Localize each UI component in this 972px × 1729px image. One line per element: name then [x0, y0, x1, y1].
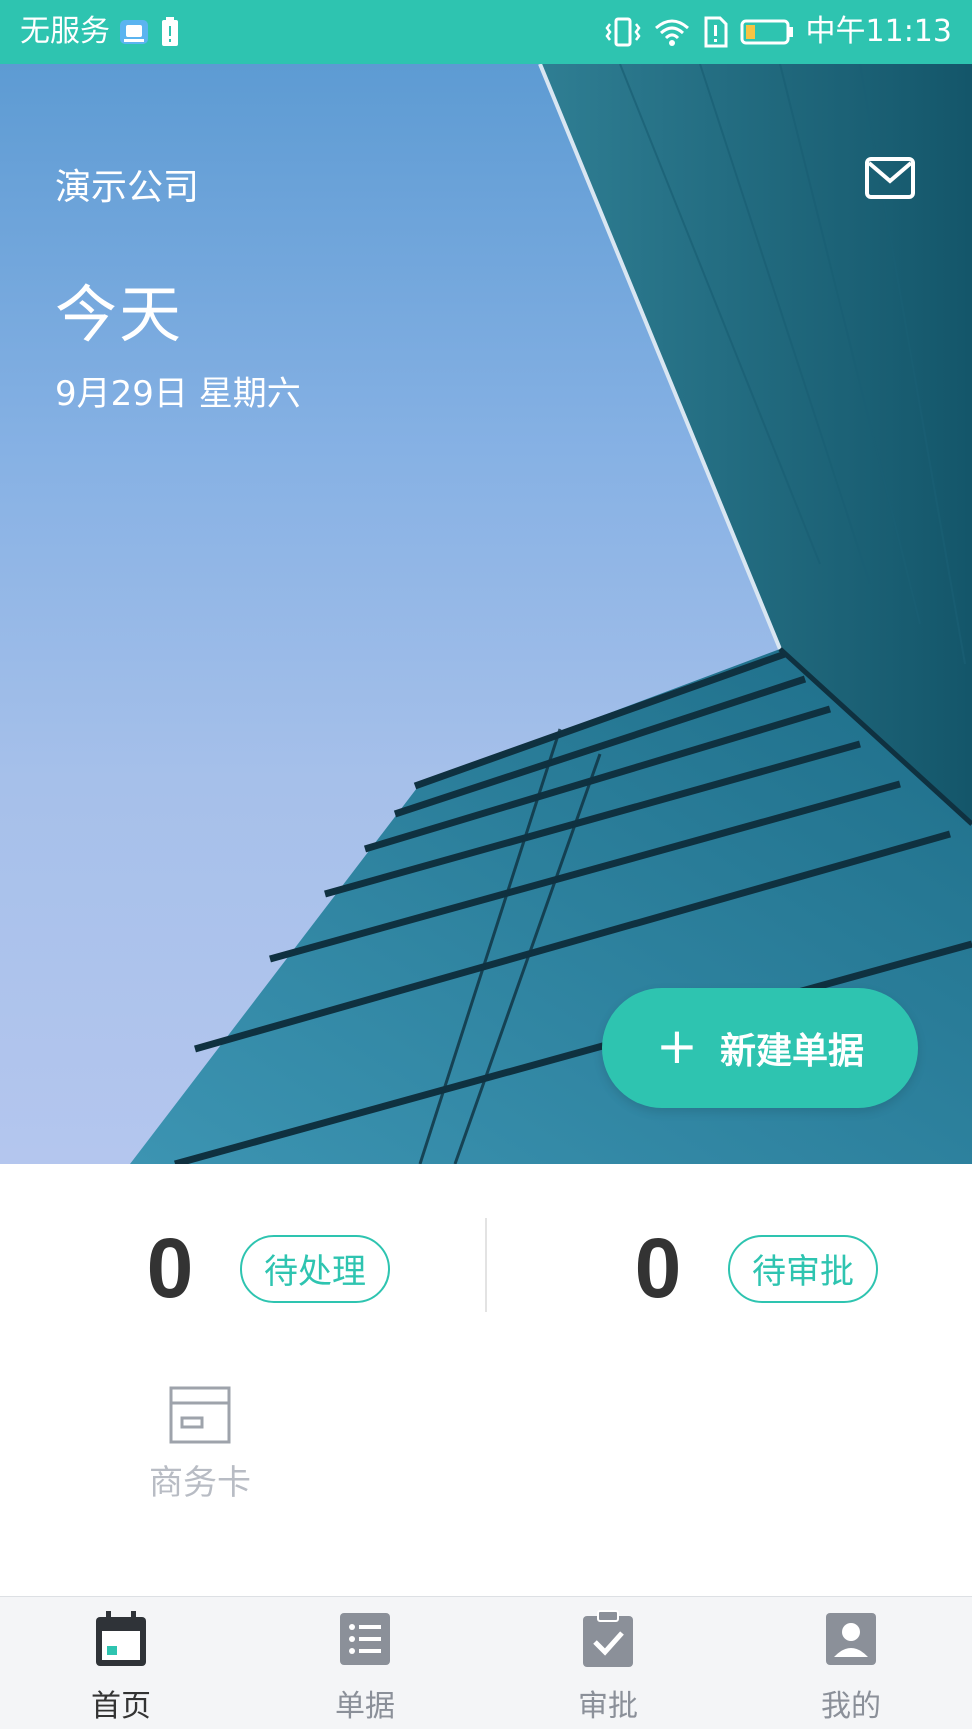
tab-approval-label: 审批: [578, 1689, 638, 1724]
approval-stat[interactable]: 0 待审批: [618, 1220, 878, 1317]
tab-home[interactable]: 首页: [61, 1609, 181, 1725]
shortcut-label: 商务卡: [149, 1463, 251, 1503]
new-document-button[interactable]: + 新建单据: [602, 988, 918, 1108]
app-notification-icon: [118, 16, 150, 48]
tab-documents-label: 单据: [335, 1689, 395, 1724]
person-icon: [791, 1609, 911, 1673]
shortcut-business-card[interactable]: 商务卡: [135, 1385, 265, 1504]
pending-button[interactable]: 待处理: [240, 1234, 390, 1303]
approval-count: 0: [634, 1221, 682, 1315]
tab-profile-label: 我的: [821, 1689, 881, 1724]
pending-count: 0: [146, 1221, 194, 1315]
clipboard-check-icon: [548, 1609, 668, 1673]
list-icon: [305, 1609, 425, 1673]
stats-divider: [485, 1218, 487, 1312]
battery-icon: [740, 18, 794, 46]
tab-profile[interactable]: 我的: [791, 1609, 911, 1725]
new-document-label: 新建单据: [719, 1031, 864, 1072]
tab-home-label: 首页: [91, 1689, 151, 1724]
clock-text: 中午11:13: [805, 14, 952, 49]
battery-alert-icon: [160, 16, 180, 48]
card-icon: [135, 1385, 265, 1449]
company-name[interactable]: 演示公司: [55, 158, 199, 210]
date-text: 9月29日 星期六: [55, 374, 301, 414]
plus-icon: +: [656, 1017, 698, 1075]
tab-approval[interactable]: 审批: [548, 1609, 668, 1725]
stats-section: 0 待处理 0 待审批: [0, 1164, 972, 1364]
calendar-icon: [61, 1609, 181, 1673]
tab-documents[interactable]: 单据: [305, 1609, 425, 1725]
vibrate-icon: [604, 16, 642, 48]
mail-icon[interactable]: [864, 156, 916, 200]
wifi-icon: [654, 16, 690, 48]
alert-icon: [702, 16, 728, 48]
pending-stat[interactable]: 0 待处理: [130, 1220, 390, 1317]
hero-banner: 演示公司 今天 9月29日 星期六 + 新建单据: [0, 64, 972, 1164]
carrier-text: 无服务: [20, 14, 110, 49]
status-bar: 无服务 中午11:13: [0, 0, 972, 64]
bottom-tab-bar: 首页 单据 审批 我的: [0, 1596, 972, 1729]
today-heading: 今天: [55, 278, 184, 351]
approval-button[interactable]: 待审批: [728, 1234, 878, 1303]
